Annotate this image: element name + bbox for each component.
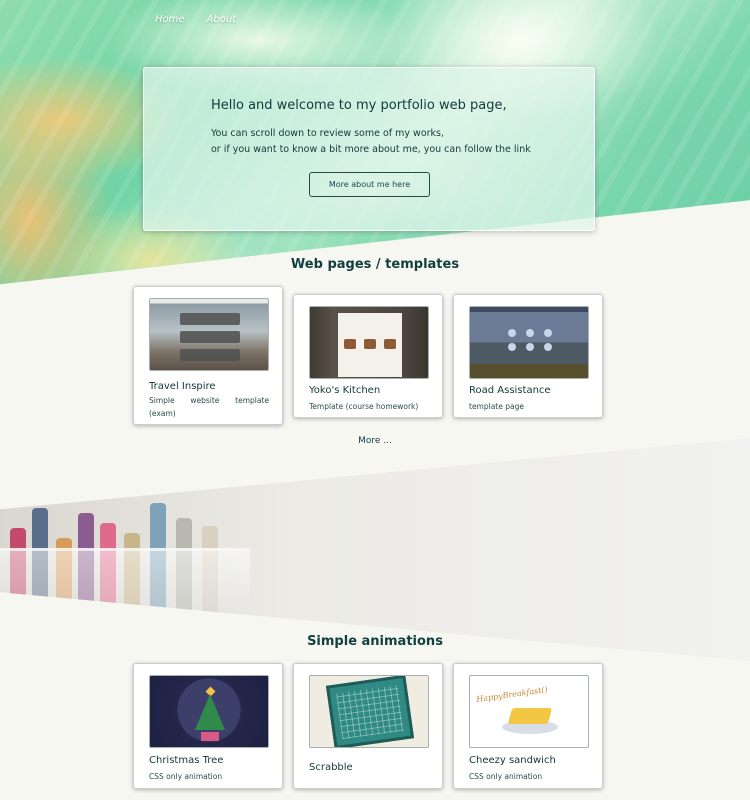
welcome-text-line-2: or if you want to know a bit more about … — [211, 144, 531, 155]
travel-inspire-thumbnail — [149, 298, 269, 371]
project-card-yokos-kitchen[interactable]: Yoko's Kitchen Template (course homework… — [293, 294, 443, 418]
welcome-panel: Hello and welcome to my portfolio web pa… — [143, 67, 595, 231]
card-description: CSS only animation — [149, 772, 223, 781]
card-title: Road Assistance — [469, 385, 551, 396]
card-description: template page — [469, 402, 524, 411]
cheezy-sandwich-thumbnail: HappyBreakfast() — [469, 675, 589, 748]
card-title: Cheezy sandwich — [469, 755, 556, 766]
more-projects-link[interactable]: More ... — [0, 436, 750, 446]
card-description: Template (course homework) — [309, 402, 419, 411]
card-title: Yoko's Kitchen — [309, 385, 381, 396]
yokos-kitchen-thumbnail — [309, 306, 429, 379]
scrabble-thumbnail — [309, 675, 429, 748]
project-card-christmas-tree[interactable]: Christmas Tree CSS only animation — [133, 663, 283, 789]
thumbnail-script-text: HappyBreakfast() — [475, 685, 549, 704]
card-description: Simple website template (exam) — [149, 396, 269, 418]
project-card-cheezy-sandwich[interactable]: HappyBreakfast() Cheezy sandwich CSS onl… — [453, 663, 603, 789]
card-description: CSS only animation — [469, 772, 543, 781]
web-section-title: Web pages / templates — [290, 257, 460, 272]
about-me-button[interactable]: More about me here — [309, 172, 430, 197]
christmas-tree-thumbnail — [149, 675, 269, 748]
card-title: Travel Inspire — [149, 381, 216, 392]
project-card-scrabble[interactable]: Scrabble — [293, 663, 443, 789]
welcome-text-line-1: You can scroll down to review some of my… — [211, 128, 445, 139]
project-card-travel-inspire[interactable]: Travel Inspire Simple website template (… — [133, 286, 283, 425]
nav-home-link[interactable]: Home — [155, 14, 185, 25]
animations-section-title: Simple animations — [307, 634, 443, 649]
road-assistance-thumbnail — [469, 306, 589, 379]
nav-about-link[interactable]: About — [207, 14, 237, 25]
card-title: Christmas Tree — [149, 755, 224, 766]
card-title: Scrabble — [309, 762, 353, 773]
project-card-road-assistance[interactable]: Road Assistance template page — [453, 294, 603, 418]
top-nav: Home About — [155, 14, 236, 25]
welcome-heading: Hello and welcome to my portfolio web pa… — [211, 98, 507, 113]
